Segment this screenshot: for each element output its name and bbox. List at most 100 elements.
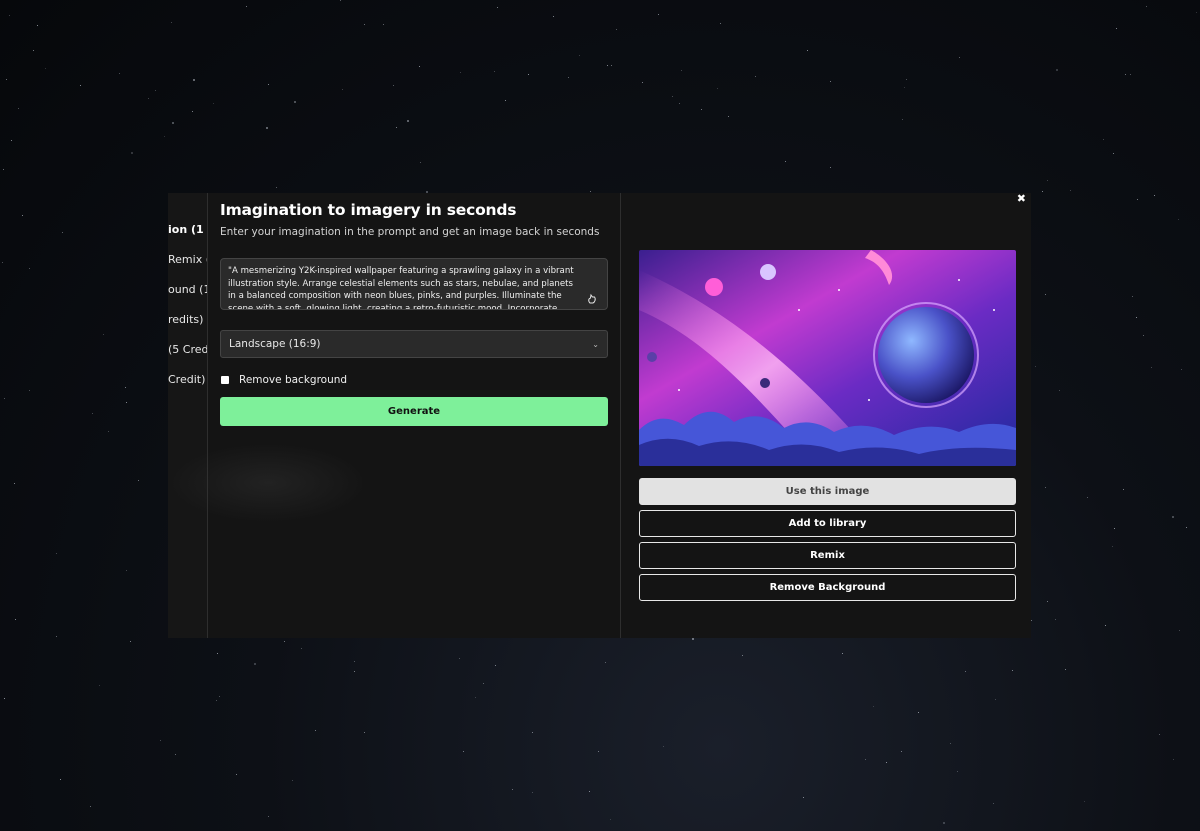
star xyxy=(1122,488,1124,490)
star xyxy=(528,74,530,76)
sidebar-item-five-credits[interactable]: (5 Credi xyxy=(168,343,207,356)
star xyxy=(578,55,580,57)
star xyxy=(170,21,172,23)
star xyxy=(119,73,121,75)
sidebar-item-one-credit[interactable]: Credit) xyxy=(168,373,205,386)
star xyxy=(568,76,569,78)
star xyxy=(125,569,127,571)
star xyxy=(193,78,196,81)
star xyxy=(1150,366,1152,368)
star xyxy=(293,101,296,104)
star xyxy=(383,24,385,25)
star xyxy=(1145,5,1147,7)
star xyxy=(784,160,786,162)
star xyxy=(28,268,30,270)
star xyxy=(267,83,269,85)
sidebar-item-credits[interactable]: redits) xyxy=(168,313,203,326)
star xyxy=(1047,601,1049,603)
star xyxy=(55,635,57,637)
star xyxy=(91,413,93,415)
star xyxy=(903,86,905,88)
star xyxy=(1125,74,1127,76)
star xyxy=(701,109,703,111)
use-image-button[interactable]: Use this image xyxy=(639,478,1016,505)
prompt-input[interactable]: "A mesmerizing Y2K-inspired wallpaper fe… xyxy=(220,258,608,310)
star xyxy=(340,0,341,2)
star xyxy=(3,697,5,699)
sidebar-item-background[interactable]: ound (1 xyxy=(168,283,207,296)
star xyxy=(1142,334,1144,336)
star xyxy=(662,746,664,748)
star xyxy=(830,166,832,168)
star xyxy=(1113,153,1115,155)
star xyxy=(103,334,105,336)
close-icon[interactable]: ✖ xyxy=(1017,192,1026,205)
star xyxy=(531,731,533,733)
star xyxy=(959,56,961,58)
star xyxy=(1196,11,1198,13)
star xyxy=(137,480,139,482)
star xyxy=(727,115,729,117)
star xyxy=(124,387,126,389)
star xyxy=(80,84,82,86)
remove-background-checkbox[interactable] xyxy=(221,376,229,384)
star xyxy=(216,699,218,701)
star xyxy=(15,618,17,620)
star xyxy=(246,5,248,7)
generate-button[interactable]: Generate xyxy=(220,397,608,426)
aspect-ratio-value: Landscape (16:9) xyxy=(229,338,321,350)
star xyxy=(679,102,681,104)
star xyxy=(605,661,607,663)
magic-wand-icon[interactable] xyxy=(586,292,598,304)
star xyxy=(459,658,461,660)
star xyxy=(943,821,946,824)
star xyxy=(364,24,366,26)
page-subtitle: Enter your imagination in the prompt and… xyxy=(220,226,600,238)
star xyxy=(462,751,464,753)
star xyxy=(6,79,8,81)
star xyxy=(1112,546,1114,548)
star xyxy=(37,25,39,27)
star xyxy=(56,553,58,555)
star xyxy=(1044,294,1046,296)
star xyxy=(291,780,293,782)
aspect-ratio-select[interactable]: Landscape (16:9) ⌄ xyxy=(220,330,608,358)
sidebar-item-remix[interactable]: Remix (2 xyxy=(168,253,207,266)
star xyxy=(597,751,599,753)
star xyxy=(902,118,904,120)
star xyxy=(680,70,682,72)
remix-button[interactable]: Remix xyxy=(639,542,1016,569)
star xyxy=(495,664,497,666)
sidebar-item-generation[interactable]: ion (1 Cr xyxy=(168,223,207,236)
star xyxy=(3,168,5,170)
star xyxy=(1045,487,1047,489)
star xyxy=(393,84,395,86)
star xyxy=(1102,139,1104,141)
star xyxy=(191,110,193,112)
star xyxy=(642,82,644,84)
star xyxy=(1154,194,1156,196)
star xyxy=(1114,528,1116,530)
star xyxy=(1116,27,1118,29)
chevron-down-icon: ⌄ xyxy=(592,339,599,349)
star xyxy=(44,67,46,69)
remove-background-button[interactable]: Remove Background xyxy=(639,574,1016,601)
star xyxy=(496,7,498,8)
remove-background-label: Remove background xyxy=(239,374,348,386)
star xyxy=(1180,369,1182,371)
star xyxy=(691,638,694,641)
star xyxy=(616,29,618,31)
image-generator-modal: ion (1 Cr Remix (2 ound (1 redits) (5 Cr… xyxy=(168,192,1031,638)
star xyxy=(606,65,608,67)
star xyxy=(254,663,257,666)
star xyxy=(483,682,485,684)
result-pane: ✖ Use this image Add to library Remix Re… xyxy=(621,192,1031,638)
star xyxy=(419,162,421,164)
star xyxy=(900,751,902,753)
prompt-text: "A mesmerizing Y2K-inspired wallpaper fe… xyxy=(228,266,574,310)
star xyxy=(1185,526,1187,528)
star xyxy=(3,397,5,399)
star xyxy=(419,66,421,68)
add-to-library-button[interactable]: Add to library xyxy=(639,510,1016,537)
star xyxy=(719,23,721,25)
